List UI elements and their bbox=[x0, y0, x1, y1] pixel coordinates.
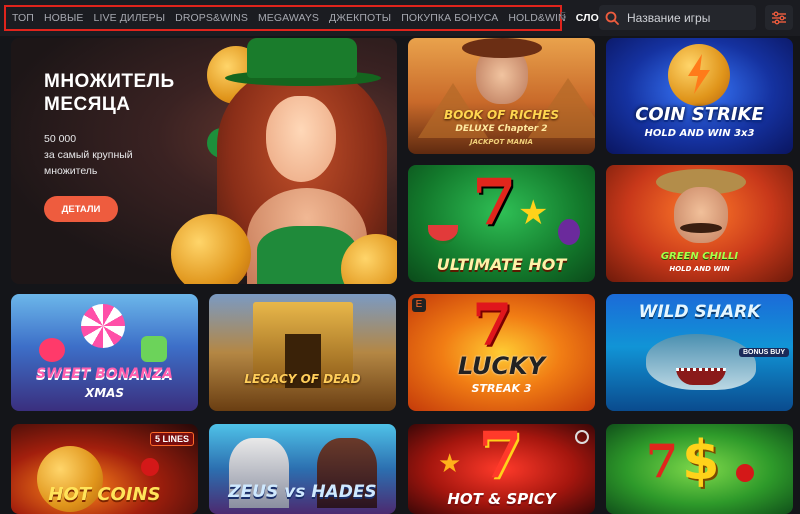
game-tile-zeus-vs-hades[interactable]: ZEUS vs HADES bbox=[209, 424, 396, 514]
game-tile-sweet-bonanza-xmas[interactable]: SWEET BONANZA XMAS bbox=[11, 294, 198, 411]
game-tile-book-of-riches[interactable]: BOOK OF RICHES DELUXE Chapter 2 JACKPOT … bbox=[408, 38, 595, 154]
game-tile-hot-coins[interactable]: 5 LINES HOT COINS bbox=[11, 424, 198, 514]
tab-jackpots[interactable]: ДЖЕКПОТЫ bbox=[329, 12, 391, 24]
game-title: HOT & SPICY bbox=[447, 490, 556, 508]
cherry-symbol-art bbox=[141, 458, 159, 476]
game-tile-ultimate-hot[interactable]: 7 ★ ULTIMATE HOT bbox=[408, 165, 595, 282]
tab-new[interactable]: НОВЫЕ bbox=[44, 12, 84, 24]
candy-art bbox=[39, 338, 65, 362]
dollar-symbol: $ bbox=[682, 429, 720, 492]
lines-badge: 5 LINES bbox=[149, 432, 194, 446]
game-subtitle: STREAK 3 bbox=[471, 382, 532, 395]
game-title: LUCKY bbox=[457, 352, 546, 380]
star-symbol-art: ★ bbox=[518, 194, 549, 232]
top-bar: ТОП НОВЫЕ LIVE ДИЛЕРЫ DROPS&WINS MEGAWAY… bbox=[0, 0, 800, 36]
search-box[interactable] bbox=[599, 5, 756, 30]
seven-symbol-art: 7 bbox=[472, 165, 517, 240]
game-tile-coin-strike[interactable]: COIN STRIKE HOLD AND WIN 3x3 bbox=[606, 38, 793, 154]
seven-symbol-art: 7 bbox=[478, 424, 523, 493]
game-title: BOOK OF RICHES bbox=[444, 108, 559, 122]
game-title: HOT COINS bbox=[48, 484, 161, 505]
watermelon-symbol-art bbox=[428, 225, 458, 244]
category-tabs: ТОП НОВЫЕ LIVE ДИЛЕРЫ DROPS&WINS MEGAWAY… bbox=[4, 5, 616, 31]
game-title: LEGACY OF DEAD bbox=[244, 372, 361, 386]
star-symbol-art: ★ bbox=[438, 448, 462, 478]
fullscreen-icon[interactable] bbox=[575, 430, 589, 444]
game-tile-green-chilli[interactable]: GREEN CHILLI HOLD AND WIN bbox=[606, 165, 793, 282]
lollipop-art bbox=[81, 304, 125, 348]
tab-bonus-buy[interactable]: ПОКУПКА БОНУСА bbox=[401, 12, 498, 24]
promo-title-line2: МЕСЯЦА bbox=[44, 94, 131, 115]
grapes-symbol-art bbox=[558, 219, 580, 245]
game-tile-wild-shark[interactable]: WILD SHARK BONUS BUY bbox=[606, 294, 793, 411]
promo-desc-line1: за самый крупный bbox=[44, 149, 133, 161]
details-button[interactable]: ДЕТАЛИ bbox=[44, 196, 118, 222]
game-tile-hot-and-spicy[interactable]: 7 ★ HOT & SPICY bbox=[408, 424, 595, 514]
tab-top[interactable]: ТОП bbox=[12, 12, 34, 24]
seven-symbol-art: 7 bbox=[646, 434, 679, 488]
candy-art bbox=[141, 336, 167, 362]
mexican-man-face-art bbox=[674, 187, 728, 243]
gold-coin-decoration bbox=[171, 214, 251, 284]
game-subtitle: HOLD AND WIN 3x3 bbox=[644, 128, 755, 139]
tab-drops-wins[interactable]: DROPS&WINS bbox=[175, 12, 248, 24]
game-title: COIN STRIKE bbox=[635, 104, 764, 125]
tab-overflow-fragment[interactable]: Б bbox=[560, 11, 567, 22]
promo-title-line1: МНОЖИТЕЛЬ bbox=[44, 71, 175, 92]
promo-title: МНОЖИТЕЛЬ МЕСЯЦА bbox=[44, 70, 175, 116]
game-tile-legacy-of-dead[interactable]: LEGACY OF DEAD bbox=[209, 294, 396, 411]
leprechaun-face-art bbox=[266, 96, 336, 182]
promo-amount: 50 000 bbox=[44, 133, 77, 145]
filter-button[interactable] bbox=[765, 5, 793, 30]
seven-symbol-art: 7 bbox=[472, 294, 513, 359]
tab-megaways[interactable]: MEGAWAYS bbox=[258, 12, 319, 24]
tab-live-dealers[interactable]: LIVE ДИЛЕРЫ bbox=[94, 12, 166, 24]
game-subtitle: DELUXE Chapter 2 bbox=[455, 124, 548, 134]
game-subtitle: HOLD AND WIN bbox=[669, 265, 730, 273]
mustache-art bbox=[680, 223, 722, 233]
game-tile-lucky-streak-3[interactable]: E 7 LUCKY STREAK 3 bbox=[408, 294, 595, 411]
tab-hold-win[interactable]: HOLD&WIN bbox=[508, 12, 565, 24]
promo-desc-line2: множитель bbox=[44, 165, 98, 177]
cherry-symbol-art bbox=[736, 464, 754, 482]
search-icon bbox=[605, 11, 619, 25]
provider-logo: E bbox=[412, 298, 426, 312]
filter-sliders-icon bbox=[772, 11, 786, 24]
game-title: ZEUS vs HADES bbox=[228, 482, 377, 502]
game-title: SWEET BONANZA bbox=[36, 366, 173, 382]
bonus-buy-badge: BONUS BUY bbox=[738, 348, 789, 357]
game-extra: JACKPOT MANIA bbox=[470, 138, 533, 146]
leprechaun-hat-art bbox=[247, 38, 357, 78]
promo-description: 50 000 за самый крупный множитель bbox=[44, 131, 164, 179]
game-title: WILD SHARK bbox=[638, 302, 761, 322]
promo-banner[interactable]: МНОЖИТЕЛЬ МЕСЯЦА 50 000 за самый крупный… bbox=[11, 38, 397, 284]
game-title: GREEN CHILLI bbox=[660, 251, 739, 262]
game-subtitle: XMAS bbox=[84, 386, 125, 400]
game-tile-dollar-slot[interactable]: 7 $ bbox=[606, 424, 793, 514]
explorer-hat-art bbox=[462, 38, 542, 58]
lightning-icon bbox=[688, 54, 710, 94]
game-title: ULTIMATE HOT bbox=[436, 255, 567, 274]
search-input[interactable] bbox=[625, 9, 744, 26]
